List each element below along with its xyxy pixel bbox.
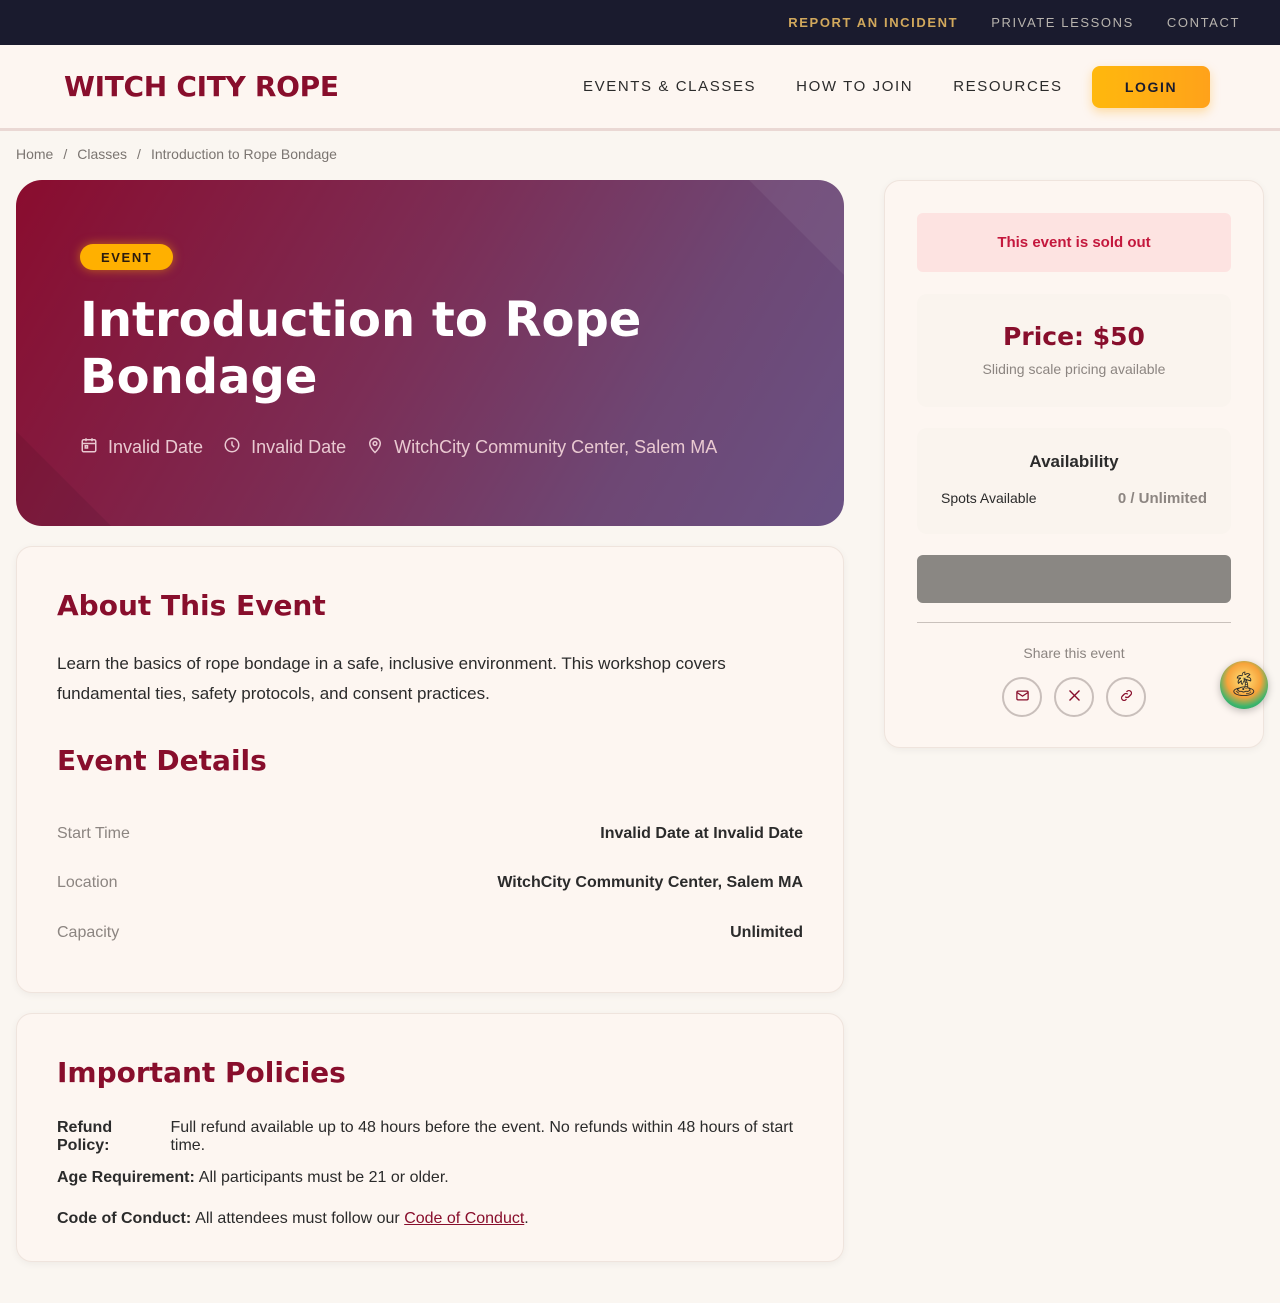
detail-row-start-time: Start Time Invalid Date at Invalid Date — [57, 809, 803, 859]
event-time: Invalid Date — [223, 436, 346, 459]
utility-bar: REPORT AN INCIDENT PRIVATE LESSONS CONTA… — [0, 0, 1280, 45]
divider — [917, 622, 1231, 623]
site-logo[interactable]: WITCH CITY ROPE — [64, 70, 339, 103]
policies-heading: Important Policies — [57, 1056, 346, 1089]
breadcrumb-separator: / — [137, 146, 141, 162]
code-of-conduct-label: Code of Conduct: — [57, 1209, 192, 1227]
refund-policy-label: Refund Policy: — [57, 1118, 113, 1154]
detail-value: WitchCity Community Center, Salem MA — [497, 874, 803, 892]
availability-box: Availability Spots Available 0 / Unlimit… — [917, 428, 1231, 534]
spots-available-value: 0 / Unlimited — [1117, 490, 1207, 507]
x-icon — [1067, 688, 1082, 706]
spots-available-label: Spots Available — [941, 490, 1037, 506]
event-location: WitchCity Community Center, Salem MA — [366, 436, 717, 459]
age-requirement-text: All participants must be 21 or older. — [198, 1168, 449, 1186]
detail-label: Location — [57, 874, 118, 892]
price: Price: $50 — [1003, 322, 1145, 351]
link-icon — [1119, 688, 1134, 706]
detail-row-capacity: Capacity Unlimited — [57, 908, 803, 958]
event-details-list: Start Time Invalid Date at Invalid Date … — [57, 809, 803, 958]
email-icon — [1015, 688, 1030, 706]
refund-policy-text: Full refund available up to 48 hours bef… — [170, 1118, 794, 1154]
calendar-icon — [80, 436, 98, 459]
event-date-text: Invalid Date — [108, 437, 204, 457]
price-box: Price: $50 Sliding scale pricing availab… — [917, 294, 1231, 407]
main-nav: EVENTS & CLASSES HOW TO JOIN RESOURCES — [583, 45, 1063, 128]
palm-island-icon: 🏝 — [1228, 671, 1260, 698]
code-of-conduct-link[interactable]: Code of Conduct — [404, 1210, 524, 1228]
availability-title: Availability — [1029, 452, 1119, 471]
breadcrumb-home[interactable]: Home — [16, 146, 53, 162]
breadcrumb-classes[interactable]: Classes — [77, 146, 127, 162]
detail-row-location: Location WitchCity Community Center, Sal… — [57, 859, 803, 909]
breadcrumb-separator: / — [63, 146, 68, 162]
share-buttons — [1002, 677, 1146, 717]
share-email-button[interactable] — [1002, 677, 1042, 717]
code-of-conduct-text: All attendees must follow our — [195, 1209, 400, 1227]
sold-out-banner: This event is sold out — [917, 213, 1231, 272]
event-location-text: WitchCity Community Center, Salem MA — [394, 437, 718, 457]
register-button-disabled[interactable] — [917, 555, 1231, 603]
event-time-text: Invalid Date — [251, 437, 347, 457]
login-button[interactable]: LOGIN — [1092, 66, 1210, 108]
share-x-button[interactable] — [1054, 677, 1094, 717]
about-event-card: About This Event Learn the basics of rop… — [16, 546, 844, 993]
policies-list: Refund Policy: Full refund available up … — [57, 1116, 817, 1239]
share-label: Share this event — [1023, 645, 1125, 661]
detail-label: Start Time — [57, 824, 130, 842]
ticket-sidebar: This event is sold out Price: $50 Slidin… — [884, 180, 1264, 748]
breadcrumb: Home / Classes / Introduction to Rope Bo… — [16, 146, 337, 162]
contact-link[interactable]: CONTACT — [1167, 15, 1240, 30]
detail-value: Invalid Date at Invalid Date — [600, 824, 803, 842]
event-type-badge: EVENT — [80, 244, 174, 270]
nav-events-classes[interactable]: EVENTS & CLASSES — [583, 78, 756, 95]
event-hero: EVENT Introduction to Rope Bondage Inval… — [16, 180, 844, 526]
age-requirement: Age Requirement: All participants must b… — [57, 1157, 817, 1198]
code-of-conduct: Code of Conduct: All attendees must foll… — [57, 1198, 817, 1239]
nav-how-to-join[interactable]: HOW TO JOIN — [796, 78, 913, 95]
age-requirement-label: Age Requirement: — [57, 1168, 195, 1186]
code-of-conduct-end: . — [524, 1209, 529, 1227]
hero-decoration — [749, 180, 844, 275]
private-lessons-link[interactable]: PRIVATE LESSONS — [991, 15, 1134, 30]
policies-card: Important Policies Refund Policy: Full r… — [16, 1013, 844, 1262]
clock-icon — [223, 436, 241, 459]
price-note: Sliding scale pricing available — [982, 361, 1166, 377]
event-date: Invalid Date — [80, 436, 203, 459]
share-link-button[interactable] — [1106, 677, 1146, 717]
event-title: Introduction to Rope Bondage — [80, 292, 642, 405]
nav-resources[interactable]: RESOURCES — [953, 78, 1062, 95]
main-header: WITCH CITY ROPE EVENTS & CLASSES HOW TO … — [0, 45, 1280, 131]
detail-label: Capacity — [57, 923, 120, 941]
event-meta: Invalid Date Invalid Date WitchCity Comm… — [80, 436, 717, 459]
breadcrumb-current: Introduction to Rope Bondage — [150, 146, 337, 162]
event-details-heading: Event Details — [57, 744, 267, 777]
event-description: Learn the basics of rope bondage in a sa… — [57, 654, 726, 703]
refund-policy: Refund Policy: Full refund available up … — [57, 1116, 817, 1157]
report-incident-link[interactable]: REPORT AN INCIDENT — [788, 15, 958, 30]
location-pin-icon — [366, 436, 384, 459]
detail-value: Unlimited — [730, 923, 803, 941]
floating-assistant-button[interactable]: 🏝 — [1220, 661, 1268, 709]
about-heading: About This Event — [57, 589, 326, 622]
